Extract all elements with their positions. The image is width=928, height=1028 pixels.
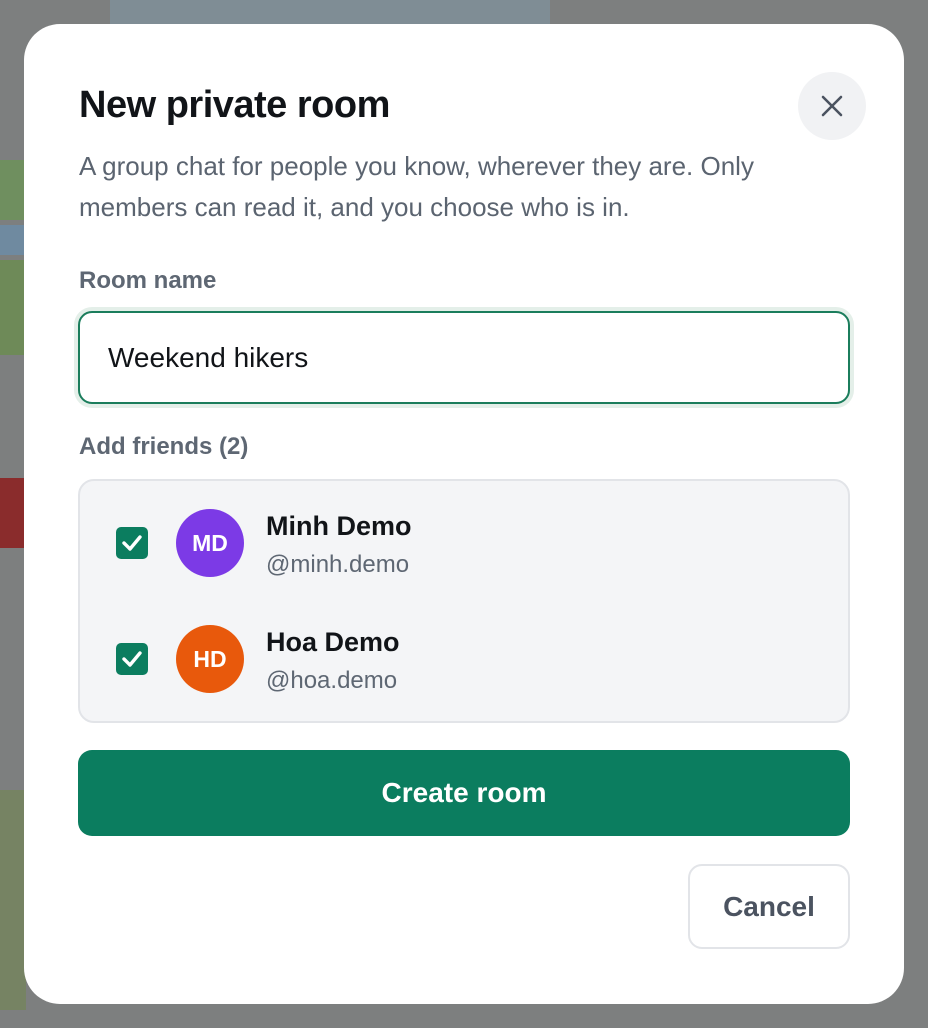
add-friends-label: Add friends (2) [79,433,249,460]
background-app-block [0,790,26,1010]
dialog-title: New private room [79,84,390,126]
background-app-block [0,478,26,548]
friend-row-hoa[interactable]: HD Hoa Demo @hoa.demo [80,609,848,709]
cancel-button[interactable]: Cancel [688,864,850,949]
background-app-bar [110,0,550,26]
friend-name: Minh Demo [266,511,412,541]
friends-list: MD Minh Demo @minh.demo HD Hoa Demo @hoa… [78,479,850,723]
friend-name: Hoa Demo [266,627,400,657]
friend-row-minh[interactable]: MD Minh Demo @minh.demo [80,493,848,593]
background-app-block [0,225,26,255]
close-button[interactable] [798,72,866,140]
checkmark-icon [122,535,142,551]
background-app-block [0,160,26,220]
room-name-label: Room name [79,267,217,294]
avatar: MD [176,509,244,577]
friend-handle: @minh.demo [266,551,410,578]
checkmark-icon [122,651,142,667]
avatar: HD [176,625,244,693]
new-room-dialog: New private room A group chat for people… [24,24,904,1004]
create-room-button[interactable]: Create room [78,750,850,836]
background-app-block [0,260,26,355]
dialog-description: A group chat for people you know, wherev… [79,151,754,222]
friend-checkbox[interactable] [116,527,148,559]
friend-checkbox[interactable] [116,643,148,675]
room-name-input[interactable] [78,311,850,404]
friend-handle: @hoa.demo [266,667,398,694]
close-icon [819,93,845,119]
